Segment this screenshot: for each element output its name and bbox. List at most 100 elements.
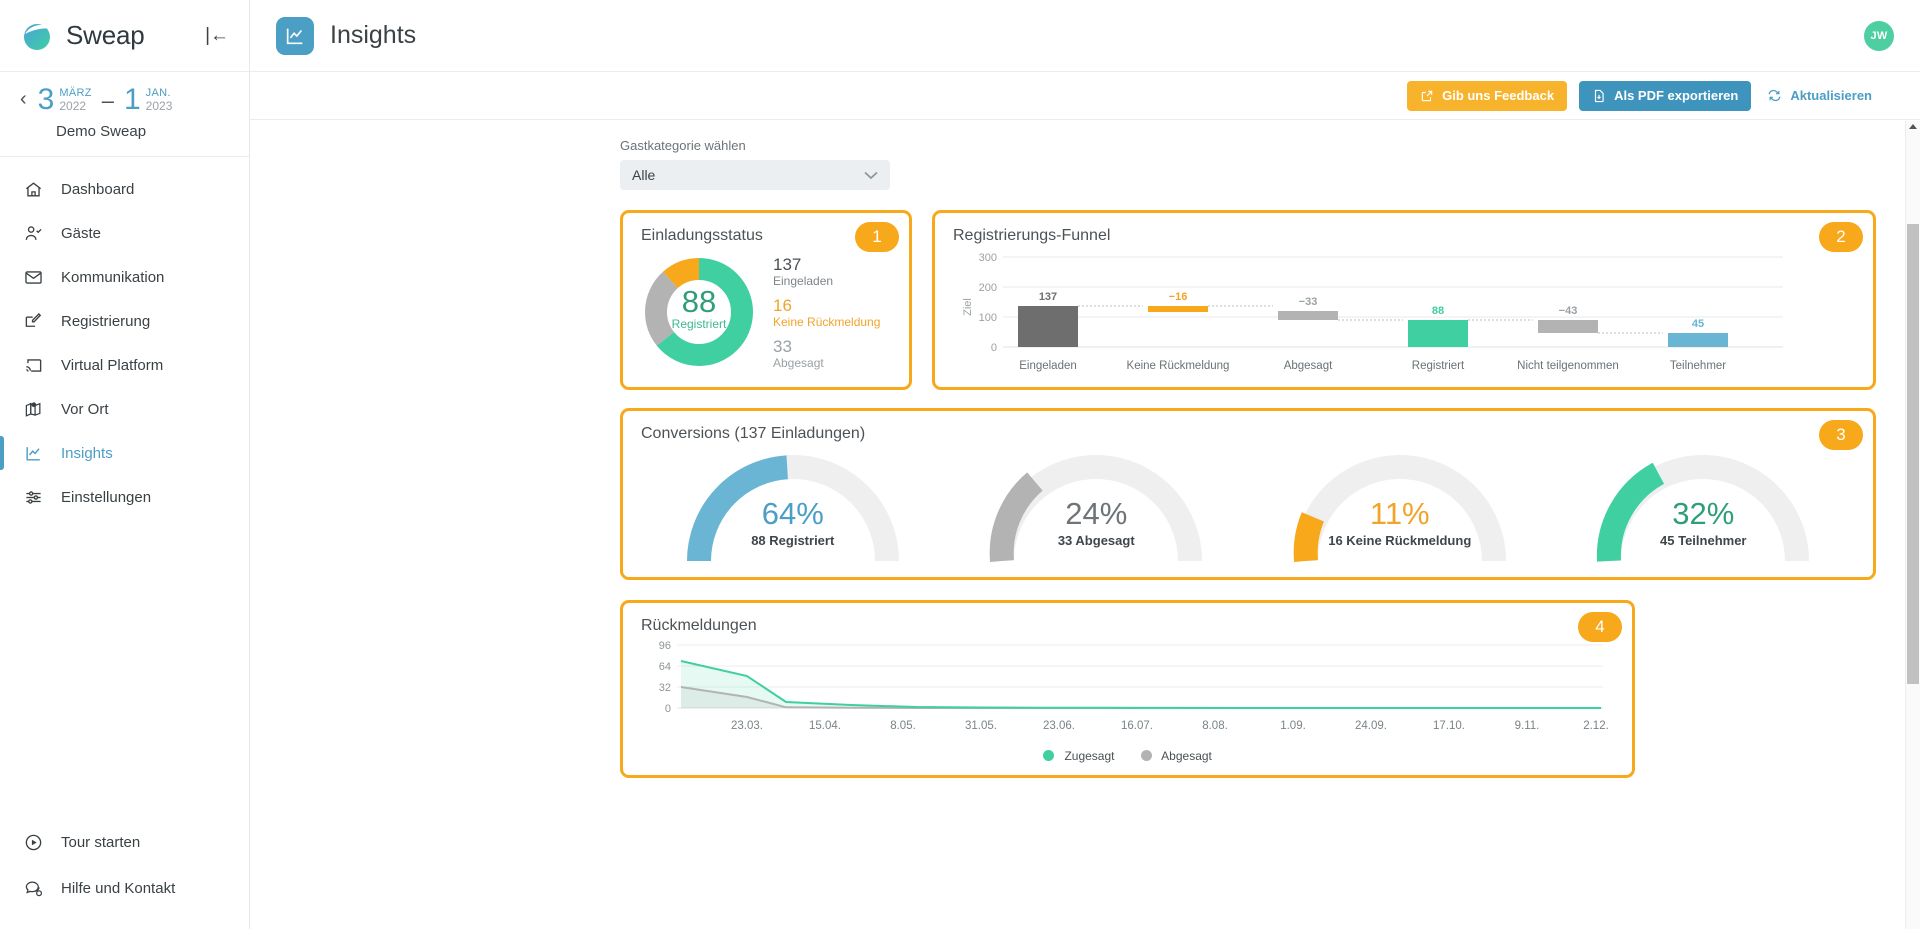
- export-pdf-button[interactable]: Als PDF exportieren: [1579, 80, 1752, 111]
- svg-text:15.04.: 15.04.: [809, 720, 841, 732]
- brand-name: Sweap: [66, 20, 145, 50]
- sidebar-item-label: Tour starten: [61, 833, 141, 851]
- svg-text:45: 45: [1692, 318, 1704, 330]
- sidebar-item-dashboard[interactable]: Dashboard: [0, 167, 249, 211]
- svg-text:Registriert: Registriert: [1412, 360, 1465, 372]
- card-title: Conversions (137 Einladungen): [641, 425, 866, 442]
- event-end-day: 1: [123, 83, 141, 116]
- external-link-icon: [1420, 89, 1434, 103]
- insights-content: Gastkategorie wählen Alle Einladungsstat…: [250, 120, 1920, 929]
- sidebar-item-gaste[interactable]: Gäste: [0, 211, 249, 255]
- svg-text:100: 100: [979, 312, 997, 324]
- file-download-icon: [1592, 89, 1606, 103]
- guest-category-select[interactable]: Alle: [620, 160, 890, 190]
- sidebar-item-label: Registrierung: [61, 312, 151, 330]
- sidebar-item-hilfe-und-kontakt[interactable]: Hilfe und Kontakt: [0, 865, 249, 911]
- card-registrierungs-funnel: Registrierungs-Funnel 2 300 200 100 0 Zi…: [932, 210, 1876, 390]
- svg-text:−43: −43: [1559, 305, 1578, 317]
- sidebar-item-label: Dashboard: [61, 180, 135, 198]
- svg-text:137: 137: [1039, 291, 1057, 303]
- svg-text:−16: −16: [1169, 291, 1188, 303]
- top-bar: Insights JW: [250, 0, 1920, 72]
- legend-entry-abgesagt[interactable]: Abgesagt: [1140, 749, 1212, 763]
- app-root: Sweap |← ‹ 3 MÄRZ 2022 – 1 JAN. 2023 Dem…: [0, 0, 1920, 929]
- home-icon: [22, 178, 44, 200]
- svg-text:0: 0: [665, 703, 671, 715]
- card-conversions: Conversions (137 Einladungen) 3 64% 88 R…: [620, 408, 1876, 580]
- event-selector[interactable]: ‹ 3 MÄRZ 2022 – 1 JAN. 2023 Demo Sweap: [0, 72, 249, 157]
- gauge-sublabel: 45 Teilnehmer: [1660, 533, 1747, 548]
- scroll-up-arrow-icon[interactable]: [1909, 124, 1917, 129]
- svg-text:0: 0: [991, 342, 997, 354]
- gauge-percent: 11%: [1369, 496, 1430, 531]
- gauge-text: 32% 45 Teilnehmer: [1589, 496, 1817, 549]
- play-circle-icon: [22, 831, 44, 853]
- feedback-legend: Zugesagt Abgesagt: [641, 749, 1614, 763]
- scrollbar-thumb[interactable]: [1907, 224, 1919, 684]
- chevron-left-icon[interactable]: ‹: [20, 85, 27, 113]
- svg-text:96: 96: [659, 640, 671, 652]
- funnel-waterfall-chart: 300 200 100 0 Ziel 137 −16 −33 88 −43 45…: [962, 252, 1783, 372]
- collapse-left-icon[interactable]: |←: [205, 26, 229, 45]
- sidebar-item-label: Vor Ort: [61, 400, 109, 418]
- sidebar-item-kommunikation[interactable]: Kommunikation: [0, 255, 249, 299]
- svg-text:23.03.: 23.03.: [731, 720, 763, 732]
- filter-label: Gastkategorie wählen: [620, 138, 746, 153]
- legend-value: 33: [773, 337, 792, 356]
- event-start-day: 3: [37, 83, 55, 116]
- donut-chart: 88 Registriert: [645, 258, 753, 366]
- chart-line-icon: [276, 16, 314, 55]
- sidebar-brand: Sweap |←: [0, 0, 249, 72]
- guest-category-value: Alle: [632, 167, 656, 183]
- feedback-button-label: Gib uns Feedback: [1442, 88, 1555, 103]
- refresh-button-label: Aktualisieren: [1790, 88, 1872, 103]
- svg-text:Keine Rückmeldung: Keine Rückmeldung: [1127, 360, 1230, 372]
- gauge-percent: 32%: [1672, 496, 1735, 531]
- envelope-icon: [22, 266, 44, 288]
- refresh-button[interactable]: Aktualisieren: [1763, 81, 1876, 111]
- sidebar-item-label: Insights: [61, 444, 113, 462]
- export-pdf-button-label: Als PDF exportieren: [1614, 88, 1739, 103]
- sidebar: Sweap |← ‹ 3 MÄRZ 2022 – 1 JAN. 2023 Dem…: [0, 0, 250, 929]
- sidebar-item-registrierung[interactable]: Registrierung: [0, 299, 249, 343]
- card-badge: 1: [855, 222, 899, 252]
- legend-value: 137: [773, 255, 802, 274]
- chevron-down-icon: [864, 171, 878, 180]
- svg-text:200: 200: [979, 282, 997, 294]
- legend-dot-icon: [1140, 750, 1152, 761]
- svg-text:31.05.: 31.05.: [965, 720, 997, 732]
- avatar[interactable]: JW: [1864, 20, 1894, 51]
- svg-text:−33: −33: [1299, 296, 1318, 308]
- sidebar-item-tour-starten[interactable]: Tour starten: [0, 819, 249, 865]
- svg-text:Registriert: Registriert: [672, 317, 727, 331]
- legend-entry-zugesagt[interactable]: Zugesagt: [1043, 749, 1115, 763]
- svg-text:16.07.: 16.07.: [1121, 720, 1153, 732]
- sidebar-item-vor-ort[interactable]: Vor Ort: [0, 387, 249, 431]
- sidebar-item-label: Hilfe und Kontakt: [61, 879, 176, 897]
- svg-text:88: 88: [682, 284, 716, 319]
- donut-legend: 137 Eingeladen 16 Keine Rückmeldung 33 A…: [773, 253, 880, 371]
- feedback-button[interactable]: Gib uns Feedback: [1407, 80, 1568, 111]
- svg-text:Ziel: Ziel: [962, 298, 974, 316]
- card-title: Registrierungs-Funnel: [953, 227, 1111, 244]
- date-range-dash: –: [101, 88, 114, 113]
- svg-text:Teilnehmer: Teilnehmer: [1670, 360, 1726, 372]
- sidebar-item-insights[interactable]: Insights: [0, 431, 249, 475]
- guest-category-filter: Gastkategorie wählen Alle: [620, 138, 1876, 190]
- card-einladungsstatus: Einladungsstatus 1 88 Registriert 137 Ei…: [620, 210, 912, 390]
- svg-text:1.09.: 1.09.: [1280, 720, 1306, 732]
- svg-text:24.09.: 24.09.: [1355, 720, 1387, 732]
- gauge-abgesagt: 24% 33 Abgesagt: [982, 449, 1210, 565]
- gauge-text: 64% 88 Registriert: [679, 497, 907, 549]
- main-area: Insights JW Gib uns Feedback Als PDF exp…: [250, 0, 1920, 929]
- vertical-scrollbar[interactable]: [1905, 121, 1920, 929]
- card-title: Rückmeldungen: [641, 617, 757, 634]
- card-badge: 2: [1819, 222, 1863, 252]
- legend-label: Abgesagt: [1161, 749, 1212, 763]
- cast-screen-icon: [22, 354, 44, 376]
- sidebar-item-virtual-platform[interactable]: Virtual Platform: [0, 343, 249, 387]
- gauge-percent: 24%: [1065, 496, 1128, 531]
- gauge-keine-rueckmeldung: 11% 16 Keine Rückmeldung: [1286, 449, 1514, 565]
- sidebar-item-label: Virtual Platform: [61, 356, 164, 374]
- sidebar-item-einstellungen[interactable]: Einstellungen: [0, 475, 249, 519]
